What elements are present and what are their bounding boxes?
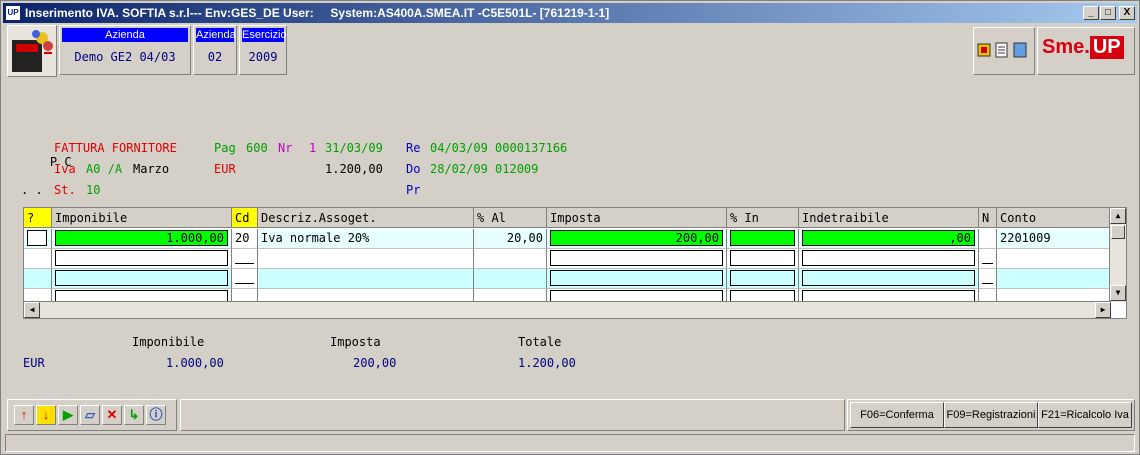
vertical-scrollbar[interactable]: ▲ ▼ — [1109, 208, 1126, 302]
delete-icon[interactable]: ✕ — [102, 405, 122, 425]
re-label: Re — [406, 141, 421, 155]
azienda-code-label: Azienda — [196, 28, 236, 42]
app-icon: UP — [6, 6, 20, 20]
re-value: 04/03/09 0000137166 — [430, 141, 568, 155]
f06-conferma-button[interactable]: F06=Conferma — [850, 402, 944, 428]
iva-value: A0 /A — [86, 162, 123, 176]
nr-value: 1 — [309, 141, 317, 155]
empty-cell[interactable] — [52, 249, 232, 269]
book-icon[interactable] — [1013, 42, 1027, 58]
info-icon[interactable]: ⓘ — [146, 405, 166, 425]
document-icon[interactable] — [995, 42, 1008, 58]
status-bar — [5, 434, 1135, 452]
row-select-field[interactable] — [27, 230, 47, 246]
col-header-cd[interactable]: Cd — [232, 208, 258, 228]
doc-type: FATTURA FORNITORE — [54, 141, 177, 155]
bottom-toolbar: ↑ ↓ ▶ ▱ ✕ ↳ ⓘ F06=Conferma F09=Registraz… — [5, 399, 1135, 431]
totals-totale-value: 1.200,00 — [518, 356, 576, 370]
scroll-up-icon[interactable]: ▲ — [1110, 208, 1126, 224]
f21-ricalcolo-iva-button[interactable]: F21=Ricalcolo Iva — [1038, 402, 1132, 428]
azienda-label: Azienda — [62, 28, 188, 42]
doc-amount: 1.200,00 — [325, 162, 383, 176]
iva-label: Iva — [54, 162, 76, 176]
totals-imposta-value: 200,00 — [353, 356, 397, 370]
al-cell: 20,00 — [474, 229, 547, 249]
pag-value: 600 — [246, 141, 268, 155]
month: Marzo — [133, 162, 170, 176]
st-value: 10 — [86, 183, 101, 197]
totals-totale-label: Totale — [518, 335, 562, 349]
col-header-imponibile[interactable]: Imponibile — [52, 208, 232, 228]
company-logo-icon — [7, 25, 57, 77]
totals-imposta-label: Imposta — [330, 335, 381, 349]
currency: EUR — [214, 162, 236, 176]
close-button[interactable]: X — [1119, 6, 1135, 20]
action-icons: ↑ ↓ ▶ ▱ ✕ ↳ ⓘ — [7, 399, 177, 431]
horizontal-scrollbar[interactable]: ◀ ▶ — [24, 301, 1111, 318]
scroll-down-icon[interactable]: ▼ — [1110, 285, 1126, 301]
descr-cell: Iva normale 20% — [258, 229, 474, 249]
scroll-right-icon[interactable]: ▶ — [1095, 302, 1111, 318]
indetraibile-cell[interactable]: ,00 — [802, 230, 975, 246]
imponibile-cell[interactable]: 1.000,00 — [55, 230, 228, 246]
azienda-box: Azienda Demo GE2 04/03 — [59, 25, 191, 75]
arrow-down-icon[interactable]: ↓ — [36, 405, 56, 425]
do-label: Do — [406, 162, 421, 176]
col-header-in[interactable]: % In — [727, 208, 799, 228]
scroll-thumb[interactable] — [1111, 225, 1125, 239]
smeup-logo: Sme. UP — [1037, 27, 1135, 75]
conto-cell: 2201009 — [997, 229, 1111, 249]
maximize-button[interactable]: □ — [1100, 6, 1116, 20]
refresh-icon[interactable]: ↳ — [124, 405, 144, 425]
window-title: Inserimento IVA. SOFTIA s.r.l--- Env:GES… — [25, 6, 610, 20]
esercizio-box: Esercizio 2009 — [239, 25, 287, 75]
dots: . . — [21, 183, 43, 197]
arrow-up-icon[interactable]: ↑ — [14, 405, 34, 425]
doc-date: 31/03/09 — [325, 141, 383, 155]
n-cell[interactable] — [979, 229, 997, 249]
iva-grid[interactable]: ? Imponibile Cd Descriz.Assoget. % Al Im… — [23, 207, 1127, 319]
minimize-button[interactable]: _ — [1083, 6, 1099, 20]
azienda-code-box: Azienda 02 — [193, 25, 237, 75]
st-label: St. — [54, 183, 76, 197]
col-header-indetraibile[interactable]: Indetraibile — [799, 208, 979, 228]
pr-label: Pr — [406, 183, 421, 197]
nr-label: Nr — [278, 141, 293, 155]
in-cell[interactable] — [730, 230, 795, 246]
col-header-al[interactable]: % Al — [474, 208, 547, 228]
esercizio-value: 2009 — [248, 50, 278, 64]
col-header-conto[interactable]: Conto — [997, 208, 1111, 228]
col-header-q[interactable]: ? — [24, 208, 52, 228]
f09-registrazioni-button[interactable]: F09=Registrazioni — [944, 402, 1038, 428]
totals-currency: EUR — [23, 356, 45, 370]
col-header-imposta[interactable]: Imposta — [547, 208, 727, 228]
imposta-cell[interactable]: 200,00 — [550, 230, 723, 246]
pag-label: Pag — [214, 141, 236, 155]
title-bar[interactable]: UP Inserimento IVA. SOFTIA s.r.l--- Env:… — [3, 3, 1137, 23]
col-header-n[interactable]: N — [979, 208, 997, 228]
esercizio-label: Esercizio — [242, 28, 287, 42]
palette-icon[interactable] — [977, 43, 991, 57]
col-header-descr[interactable]: Descriz.Assoget. — [258, 208, 474, 228]
scroll-left-icon[interactable]: ◀ — [24, 302, 40, 318]
main-window: UP Inserimento IVA. SOFTIA s.r.l--- Env:… — [0, 0, 1140, 455]
header-bar: Azienda Demo GE2 04/03 Azienda 02 Eserci… — [5, 25, 1135, 79]
cd-cell[interactable]: 20 — [232, 229, 258, 249]
totals-imponibile-value: 1.000,00 — [166, 356, 224, 370]
toolbar-icons-box — [973, 27, 1035, 75]
play-icon[interactable]: ▶ — [58, 405, 78, 425]
do-value: 28/02/09 012009 — [430, 162, 539, 176]
totals-imponibile-label: Imponibile — [132, 335, 205, 349]
azienda-value: Demo GE2 04/03 — [74, 50, 176, 64]
azienda-code-value: 02 — [207, 50, 223, 64]
message-area — [180, 399, 845, 431]
eraser-icon[interactable]: ▱ — [80, 405, 100, 425]
